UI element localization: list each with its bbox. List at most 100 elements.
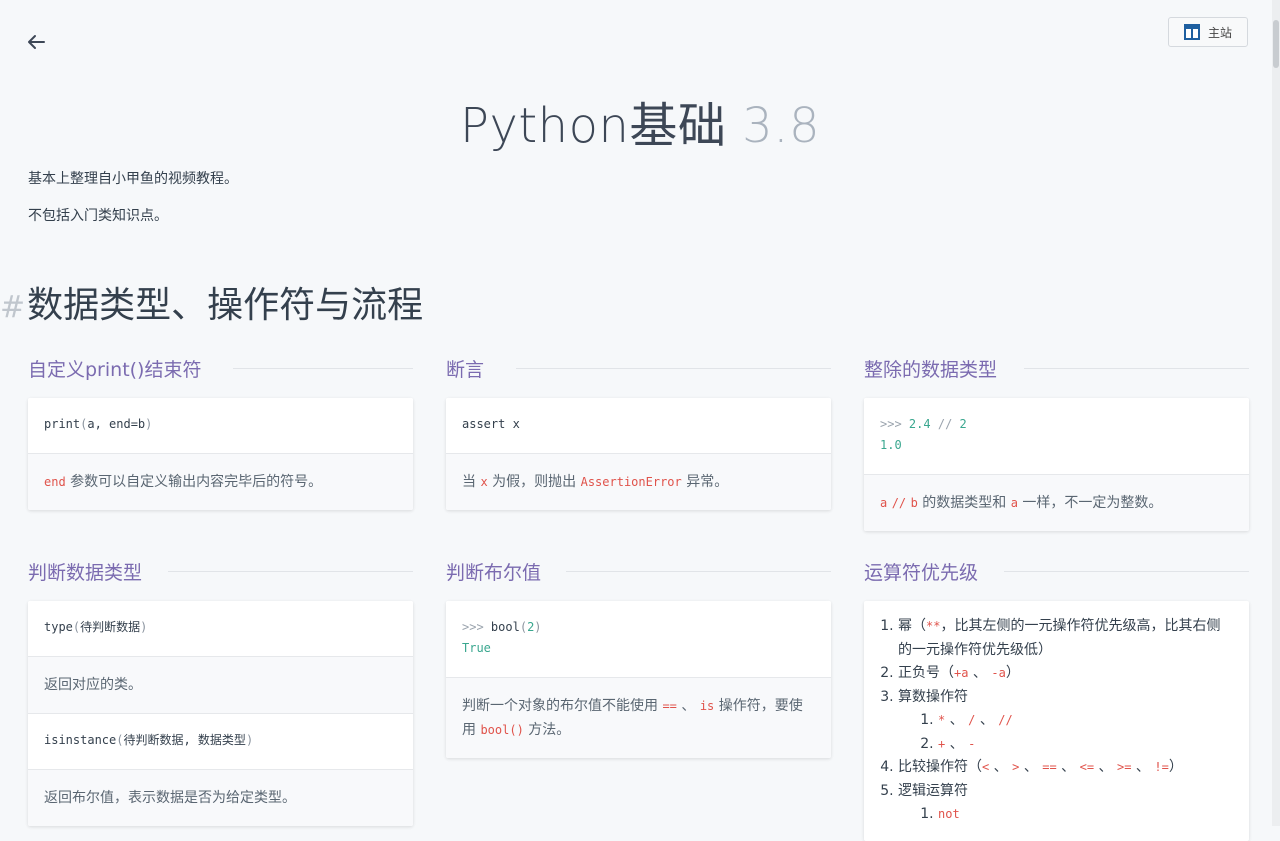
code-fn: isinstance — [44, 733, 117, 747]
home-button[interactable]: 主站 — [1168, 17, 1248, 47]
desc-text: 当 — [462, 474, 481, 490]
card-floor-div: >>> 2.4 // 2 1.0 a // b 的数据类型和 a 一样，不一定为… — [864, 398, 1249, 531]
list-item: 逻辑运算符 not — [898, 780, 1233, 827]
intro-text-2: 不包括入门类知识点。 — [28, 208, 168, 224]
inline-code: != — [1154, 760, 1169, 774]
page-title-main: Python基础 — [460, 98, 727, 154]
anchor-hash[interactable]: # — [0, 290, 25, 325]
card-title-precedence: 运算符优先级 — [864, 558, 1249, 585]
list-text: 、 — [1131, 759, 1155, 775]
card-bool: >>> bool(2) True 判断一个对象的布尔值不能使用 == 、 is … — [446, 601, 831, 758]
description: 当 x 为假，则抛出 AssertionError 异常。 — [446, 453, 831, 510]
precedence-list: 幂（**，比其左侧的一元操作符优先级高，比其右侧的一元操作符优先级低） 正负号（… — [864, 601, 1249, 841]
code-args: a, end=b — [87, 417, 146, 431]
inline-code: -a — [991, 666, 1006, 680]
card-title-text: 判断数据类型 — [28, 562, 143, 584]
intro-text-1: 基本上整理自小甲鱼的视频教程。 — [28, 171, 238, 187]
card-title-text: 整除的数据类型 — [864, 359, 998, 381]
section-heading-text: 数据类型、操作符与流程 — [27, 285, 424, 326]
page-title-version: 3.8 — [742, 98, 820, 154]
code-op: // — [937, 417, 953, 431]
list-text: 、 — [975, 712, 999, 728]
section-heading: #数据类型、操作符与流程 — [0, 276, 423, 328]
description: a // b 的数据类型和 a 一样，不一定为整数。 — [864, 474, 1249, 531]
code-result: True — [462, 641, 491, 655]
inline-code: == — [1042, 760, 1057, 774]
code-block: print(a, end=b) — [28, 398, 413, 453]
inline-code: bool() — [480, 723, 524, 737]
list-text: 、 — [1056, 759, 1080, 775]
description: 判断一个对象的布尔值不能使用 == 、 is 操作符，要使用 bool() 方法… — [446, 677, 831, 758]
desc-text: 一样，不一定为整数。 — [1017, 495, 1163, 511]
code-fn: print — [44, 417, 81, 431]
desc-text: 为假，则抛出 — [487, 474, 581, 490]
back-arrow-icon[interactable] — [24, 30, 48, 54]
list-text: 正负号（ — [898, 665, 954, 681]
inline-code: b — [910, 496, 918, 510]
inline-code: // — [998, 713, 1013, 727]
list-item: + 、 - — [938, 733, 1233, 757]
list-text: 、 — [1094, 759, 1117, 775]
card-title-assert: 断言 — [446, 355, 831, 382]
inline-code: a — [880, 496, 888, 510]
inline-code: +a — [954, 666, 969, 680]
code-number: 2 — [959, 417, 967, 431]
desc-text: 异常。 — [681, 474, 729, 490]
card-title-text: 运算符优先级 — [864, 562, 979, 584]
code-prompt: >>> — [880, 417, 902, 431]
code-fn: bool — [490, 620, 520, 634]
desc-text: 、 — [676, 698, 700, 714]
description: 返回对应的类。 — [28, 656, 413, 713]
list-text: 幂（ — [898, 618, 926, 634]
card-title-print-end: 自定义print()结束符 — [28, 355, 413, 382]
list-text: ，比其左侧的一元操作符优先级高，比其右侧的一元操作符优先级低） — [898, 618, 1221, 658]
card-print-end: print(a, end=b) end 参数可以自定义输出内容完毕后的符号。 — [28, 398, 413, 510]
inline-code: - — [968, 736, 976, 751]
title-divider — [516, 368, 831, 369]
list-text: 逻辑运算符 — [898, 782, 968, 799]
inline-code: x — [480, 475, 488, 489]
list-item: 正负号（+a 、 -a） — [898, 662, 1233, 686]
list-item: not — [938, 803, 1233, 827]
card-title-floor-div: 整除的数据类型 — [864, 355, 1249, 382]
code-args: 待判断数据, 数据类型 — [123, 733, 246, 747]
inline-code: // — [891, 496, 907, 510]
scrollbar-thumb[interactable] — [1273, 20, 1279, 68]
home-button-label: 主站 — [1207, 25, 1232, 40]
description: 返回布尔值，表示数据是否为给定类型。 — [28, 769, 413, 826]
desc-text: 方法。 — [523, 722, 571, 738]
card-title-text: 判断布尔值 — [446, 562, 542, 584]
list-text: 算数操作符 — [898, 688, 968, 705]
list-item: 幂（**，比其左侧的一元操作符优先级高，比其右侧的一元操作符优先级低） — [898, 615, 1233, 662]
card-assert: assert x 当 x 为假，则抛出 AssertionError 异常。 — [446, 398, 831, 510]
inline-code: end — [44, 475, 66, 489]
title-divider — [233, 368, 413, 369]
code-block: >>> 2.4 // 2 1.0 — [864, 398, 1249, 474]
desc-text: 判断一个对象的布尔值不能使用 — [462, 698, 663, 714]
code-fn: type — [44, 620, 73, 634]
list-text: 、 — [1019, 759, 1043, 775]
inline-code: AssertionError — [580, 475, 682, 489]
code-prompt: >>> — [462, 620, 484, 634]
code-block: >>> bool(2) True — [446, 601, 831, 677]
list-text: ） — [1005, 665, 1020, 681]
list-text: 、 — [945, 735, 969, 752]
inline-code: == — [662, 699, 677, 713]
code-block: assert x — [446, 398, 831, 453]
desc-text: 参数可以自定义输出内容完毕后的符号。 — [65, 474, 323, 490]
code-block: isinstance(待判断数据, 数据类型) — [28, 713, 413, 769]
list-item: * 、 / 、 // — [938, 709, 1233, 733]
list-item: 比较操作符（< 、 > 、 == 、 <= 、 >= 、 !=） — [898, 756, 1233, 780]
card-title-type-check: 判断数据类型 — [28, 558, 413, 585]
list-text: 比较操作符（ — [898, 759, 982, 775]
inline-code: a — [1010, 496, 1018, 510]
list-text: 、 — [989, 759, 1013, 775]
code-result: 1.0 — [880, 438, 902, 452]
list-text: 、 — [968, 665, 992, 681]
code-number: 2.4 — [908, 417, 931, 431]
page-title: Python基础 3.8 — [0, 86, 1280, 156]
card-precedence: 幂（**，比其左侧的一元操作符优先级高，比其右侧的一元操作符优先级低） 正负号（… — [864, 601, 1249, 841]
inline-code: not — [938, 807, 960, 821]
window-icon — [1183, 24, 1200, 40]
code-args: 待判断数据 — [80, 620, 141, 634]
